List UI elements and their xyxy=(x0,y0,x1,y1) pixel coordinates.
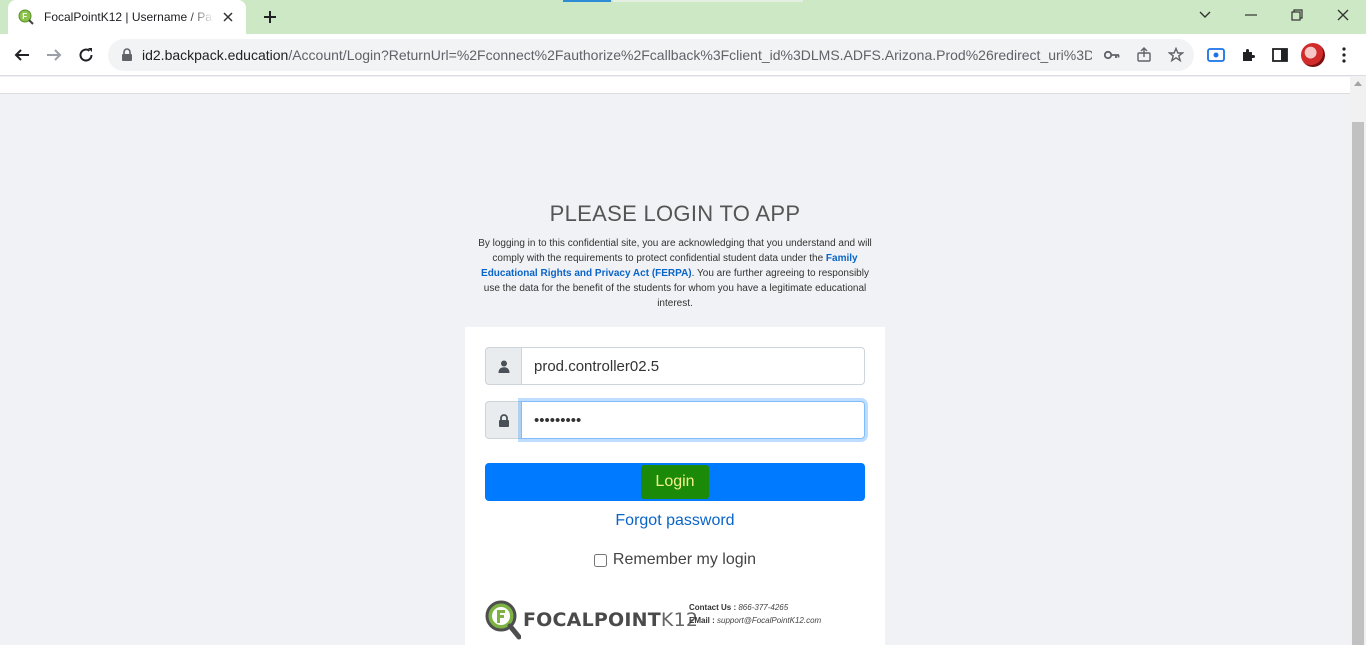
password-group xyxy=(485,401,865,439)
contact-email[interactable]: support@FocalPointK12.com xyxy=(717,616,821,625)
screen-capture-extension-icon[interactable] xyxy=(1205,44,1227,66)
key-icon[interactable] xyxy=(1102,45,1122,65)
logo-wordmark: FOCALPOINTK12 xyxy=(523,609,698,631)
remember-login-checkbox[interactable] xyxy=(593,553,607,567)
focalpoint-favicon-icon: F xyxy=(18,9,34,25)
minimize-icon[interactable] xyxy=(1236,3,1266,27)
focalpointk12-logo: FOCALPOINTK12 xyxy=(485,598,698,642)
username-group xyxy=(485,347,865,385)
logo-wordmark-bold: FOCALPOINT xyxy=(523,609,661,631)
contact-info: Contact Us : 866-377-4265 EMail : suppor… xyxy=(689,601,821,627)
tab-indicator xyxy=(563,0,611,2)
user-icon xyxy=(485,347,521,385)
reload-icon[interactable] xyxy=(72,41,100,69)
svg-text:F: F xyxy=(22,12,27,21)
side-panel-icon[interactable] xyxy=(1269,44,1291,66)
new-tab-plus-icon[interactable] xyxy=(258,5,282,29)
remember-login-label: Remember my login xyxy=(612,551,757,568)
share-icon[interactable] xyxy=(1134,45,1154,65)
bookmark-star-icon[interactable] xyxy=(1166,45,1186,65)
remember-login[interactable]: Remember my login xyxy=(485,551,865,569)
page-viewport: PLEASE LOGIN TO APP By logging in to thi… xyxy=(0,77,1350,645)
ferpa-disclaimer: By logging in to this confidential site,… xyxy=(472,236,878,311)
lock-icon xyxy=(485,401,521,439)
back-arrow-icon[interactable] xyxy=(8,41,36,69)
username-input[interactable] xyxy=(521,347,865,385)
profile-avatar[interactable] xyxy=(1301,43,1325,67)
tab-search-chevron-icon[interactable] xyxy=(1190,3,1220,27)
contact-phone: 866-377-4265 xyxy=(738,603,789,612)
tab-strip: F FocalPointK12 | Username / Password xyxy=(0,0,1366,34)
focalpoint-magnifier-logo-icon xyxy=(485,600,521,640)
login-button-label: Login xyxy=(641,465,709,499)
url-text: id2.backpack.education/Account/Login?Ret… xyxy=(142,47,1092,63)
page-header-strip xyxy=(0,77,1350,94)
tab-close-icon[interactable] xyxy=(218,7,238,27)
login-button[interactable]: Login xyxy=(485,463,865,501)
extensions-puzzle-icon[interactable] xyxy=(1237,44,1259,66)
disclaimer-text-before: By logging in to this confidential site,… xyxy=(478,238,872,264)
password-input[interactable] xyxy=(521,401,865,439)
email-label: EMail : xyxy=(689,616,715,625)
url-host: id2.backpack.education xyxy=(142,47,289,63)
page-title: PLEASE LOGIN TO APP xyxy=(549,201,801,226)
scroll-up-arrow-icon[interactable] xyxy=(1354,81,1362,86)
page-scrollbar[interactable] xyxy=(1350,77,1366,645)
url-path: /Account/Login?ReturnUrl=%2Fconnect%2Fau… xyxy=(288,47,1092,63)
tab-indicator-secondary xyxy=(613,0,803,2)
browser-toolbar: id2.backpack.education/Account/Login?Ret… xyxy=(0,34,1366,76)
contact-label: Contact Us : xyxy=(689,603,737,612)
scrollbar-thumb[interactable] xyxy=(1352,122,1364,645)
restore-icon[interactable] xyxy=(1282,3,1312,27)
browser-tab[interactable]: F FocalPointK12 | Username / Password xyxy=(8,0,246,34)
close-window-icon[interactable] xyxy=(1328,3,1358,27)
login-card: Login Forgot password Remember my login … xyxy=(465,327,885,645)
tab-title: FocalPointK12 | Username / Password xyxy=(44,10,214,24)
forgot-password-link[interactable]: Forgot password xyxy=(485,512,865,530)
address-bar[interactable]: id2.backpack.education/Account/Login?Ret… xyxy=(108,39,1194,71)
kebab-menu-icon[interactable] xyxy=(1333,44,1355,66)
lock-icon xyxy=(122,48,132,61)
forward-arrow-icon[interactable] xyxy=(40,41,68,69)
